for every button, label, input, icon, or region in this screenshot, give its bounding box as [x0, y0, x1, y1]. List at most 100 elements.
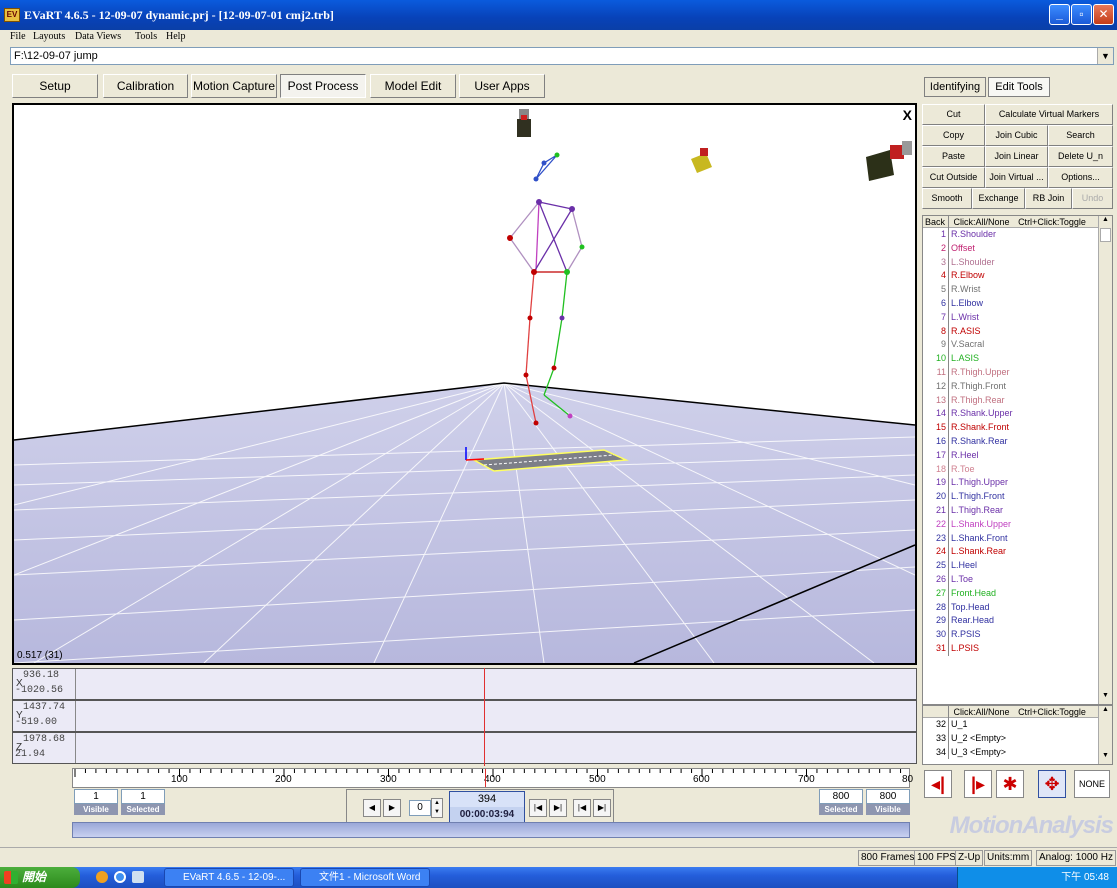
toggle-header[interactable]: Ctrl+Click:Toggle	[1012, 217, 1086, 227]
unnamed-row[interactable]: 33 U_2 <Empty>	[923, 731, 1112, 746]
join-cubic-button[interactable]: Join Cubic	[985, 125, 1048, 146]
rb-join-button[interactable]: RB Join	[1025, 188, 1072, 209]
timeline-scrollbar[interactable]	[72, 822, 910, 838]
marker-row[interactable]: 15 R.Shank.Front	[923, 421, 1112, 435]
menu-file[interactable]: File	[10, 31, 26, 42]
search-button[interactable]: Search	[1048, 125, 1113, 146]
unnamed-row[interactable]: 34 U_3 <Empty>	[923, 745, 1112, 760]
calculate-virtual-markers-button[interactable]: Calculate Virtual Markers	[985, 104, 1113, 125]
copy-button[interactable]: Copy	[922, 125, 985, 146]
marker-row[interactable]: 30 R.PSIS	[923, 628, 1112, 642]
back-column-header[interactable]: Back	[923, 216, 949, 228]
go-end-icon[interactable]: ▶|	[593, 799, 611, 817]
ruler-cursor[interactable]	[485, 769, 486, 787]
marker-row[interactable]: 23 L.Shank.Front	[923, 531, 1112, 546]
menu-help[interactable]: Help	[166, 31, 185, 42]
marker-row[interactable]: 21 L.Thigh.Rear	[923, 503, 1112, 518]
scroll-thumb[interactable]	[1100, 228, 1111, 242]
scroll-down-icon[interactable]: ▼	[1099, 692, 1112, 704]
tab-setup[interactable]: Setup	[12, 74, 98, 98]
frame-ruler[interactable]: 100 200 300 400 500 600 700 80	[72, 768, 913, 788]
marker-row[interactable]: 12 R.Thigh.Front	[923, 379, 1112, 394]
marker-row[interactable]: 2 Offset	[923, 241, 1112, 256]
maximize-button[interactable]: ▫	[1071, 4, 1092, 25]
scroll-down-icon[interactable]: ▼	[1099, 752, 1112, 764]
arrow-left-icon[interactable]: ◂|	[924, 770, 952, 798]
play-forward-icon[interactable]: ▶	[383, 799, 401, 817]
marker-row[interactable]: 31 L.PSIS	[923, 641, 1112, 656]
unnamed-list-scrollbar[interactable]: ▲ ▼	[1098, 706, 1112, 764]
marker-row[interactable]: 29 Rear.Head	[923, 614, 1112, 629]
join-virtual-button[interactable]: Join Virtual ...	[985, 167, 1048, 188]
smooth-button[interactable]: Smooth	[922, 188, 972, 209]
marker-row[interactable]: 11 R.Thigh.Upper	[923, 365, 1112, 380]
marker-row[interactable]: 27 Front.Head	[923, 586, 1112, 601]
step-forward-icon[interactable]: ▶|	[549, 799, 567, 817]
tab-motion-capture[interactable]: Motion Capture	[191, 74, 277, 98]
paste-button[interactable]: Paste	[922, 146, 985, 167]
marker-row[interactable]: 18 R.Toe	[923, 462, 1112, 477]
expand-icon[interactable]: ✥	[1038, 770, 1066, 798]
close-button[interactable]: ✕	[1093, 4, 1114, 25]
unnamed-row[interactable]: 32 U_1	[923, 718, 1112, 732]
marker-row[interactable]: 17 R.Heel	[923, 448, 1112, 463]
go-start-icon[interactable]: |◀	[573, 799, 591, 817]
marker-row[interactable]: 19 L.Thigh.Upper	[923, 476, 1112, 491]
frame-display[interactable]: 394 00:00:03:94	[449, 791, 525, 823]
arrow-right-icon[interactable]: |▸	[964, 770, 992, 798]
cut-outside-button[interactable]: Cut Outside	[922, 167, 985, 188]
project-path-combo[interactable]: F:\12-09-07 jump ▼	[10, 47, 1114, 65]
tab-user-apps[interactable]: User Apps	[459, 74, 545, 98]
taskbar-item-evart[interactable]: EVaRT 4.6.5 - 12-09-...	[164, 868, 294, 887]
graph-y[interactable]: Y 1437.74 -519.00	[12, 700, 917, 732]
marker-row[interactable]: 9 V.Sacral	[923, 338, 1112, 353]
undo-button[interactable]: Undo	[1072, 188, 1113, 209]
chevron-down-icon[interactable]: ▼	[1097, 48, 1113, 64]
quicklaunch-ie-icon[interactable]	[114, 871, 126, 883]
visible-end-input[interactable]: 800	[866, 789, 910, 804]
marker-row[interactable]: 8 R.ASIS	[923, 324, 1112, 339]
marker-row[interactable]: 4 R.Elbow	[923, 269, 1112, 284]
toggle-header[interactable]: Ctrl+Click:Toggle	[1012, 707, 1086, 717]
marker-row[interactable]: 5 R.Wrist	[923, 283, 1112, 297]
marker-row[interactable]: 24 L.Shank.Rear	[923, 545, 1112, 560]
marker-row[interactable]: 10 L.ASIS	[923, 352, 1112, 366]
marker-row[interactable]: 7 L.Wrist	[923, 310, 1112, 325]
play-reverse-icon[interactable]: ◀	[363, 799, 381, 817]
marker-row[interactable]: 26 L.Toe	[923, 572, 1112, 587]
3d-scene[interactable]	[14, 105, 915, 663]
marker-row[interactable]: 28 Top.Head	[923, 600, 1112, 615]
tab-edit-tools[interactable]: Edit Tools	[988, 77, 1050, 97]
tab-post-process[interactable]: Post Process	[280, 74, 366, 98]
options-button[interactable]: Options...	[1048, 167, 1113, 188]
exchange-button[interactable]: Exchange	[972, 188, 1025, 209]
marker-list[interactable]: Back Click:All/None Ctrl+Click:Toggle 1R…	[922, 215, 1113, 705]
marker-row[interactable]: 25 L.Heel	[923, 559, 1112, 573]
taskbar-item-word[interactable]: 文件1 - Microsoft Word	[300, 868, 430, 887]
graph-x[interactable]: X 936.18 -1020.56	[12, 668, 917, 700]
step-spinner[interactable]: ▲ ▼	[431, 798, 443, 818]
marker-row[interactable]: 13 R.Thigh.Rear	[923, 393, 1112, 408]
collapse-icon[interactable]: ✱	[996, 770, 1024, 798]
quicklaunch-browser-icon[interactable]	[96, 871, 108, 883]
minimize-button[interactable]: _	[1049, 4, 1070, 25]
step-input[interactable]: 0	[409, 800, 431, 816]
selected-start-input[interactable]: 1	[121, 789, 165, 804]
marker-row[interactable]: 14 R.Shank.Upper	[923, 407, 1112, 422]
join-linear-button[interactable]: Join Linear	[985, 146, 1048, 167]
none-button[interactable]: NONE	[1074, 770, 1110, 798]
click-all-none-header[interactable]: Click:All/None	[952, 217, 1010, 227]
step-back-icon[interactable]: |◀	[529, 799, 547, 817]
visible-start-input[interactable]: 1	[74, 789, 118, 804]
marker-row[interactable]: 22 L.Shank.Upper	[923, 517, 1112, 532]
unnamed-marker-list[interactable]: Click:All/None Ctrl+Click:Toggle 32 U_1 33…	[922, 705, 1113, 765]
marker-row[interactable]: 16 R.Shank.Rear	[923, 434, 1112, 449]
graph-z[interactable]: Z 1978.68 21.94	[12, 732, 917, 764]
delete-un-button[interactable]: Delete U_n	[1048, 146, 1113, 167]
scroll-up-icon[interactable]: ▲	[1099, 706, 1112, 718]
marker-row[interactable]: 3 L.Shoulder	[923, 255, 1112, 270]
close-view-button[interactable]: X	[903, 107, 912, 123]
quicklaunch-desktop-icon[interactable]	[132, 871, 144, 883]
selected-end-input[interactable]: 800	[819, 789, 863, 804]
current-frame-cursor[interactable]	[484, 668, 485, 766]
